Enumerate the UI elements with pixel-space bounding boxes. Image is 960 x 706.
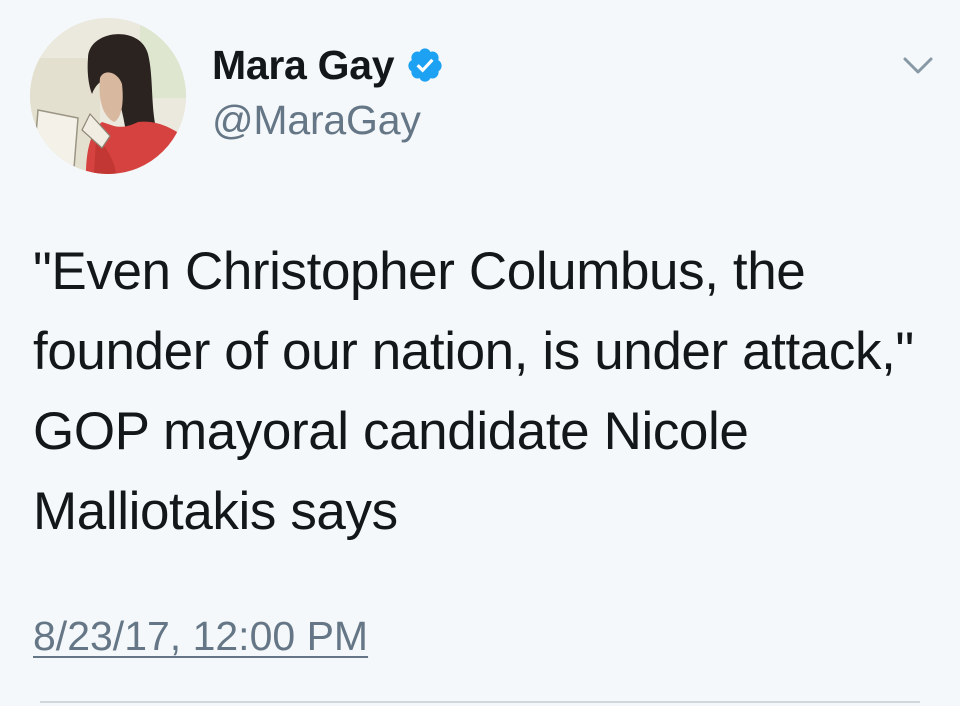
tweet-card: Mara Gay @MaraGay "Even Christopher Colu… xyxy=(0,0,960,706)
author-handle[interactable]: @MaraGay xyxy=(212,100,421,141)
profile-illustration-icon xyxy=(30,18,186,174)
chevron-down-icon[interactable] xyxy=(902,55,934,77)
author-display-name[interactable]: Mara Gay xyxy=(212,44,395,86)
divider xyxy=(40,701,920,703)
author-name-row[interactable]: Mara Gay xyxy=(212,40,444,90)
tweet-timestamp[interactable]: 8/23/17, 12:00 PM xyxy=(33,616,368,657)
tweet-text: "Even Christopher Columbus, the founder … xyxy=(33,242,914,541)
avatar[interactable] xyxy=(30,18,186,174)
verified-badge-icon xyxy=(406,46,444,84)
